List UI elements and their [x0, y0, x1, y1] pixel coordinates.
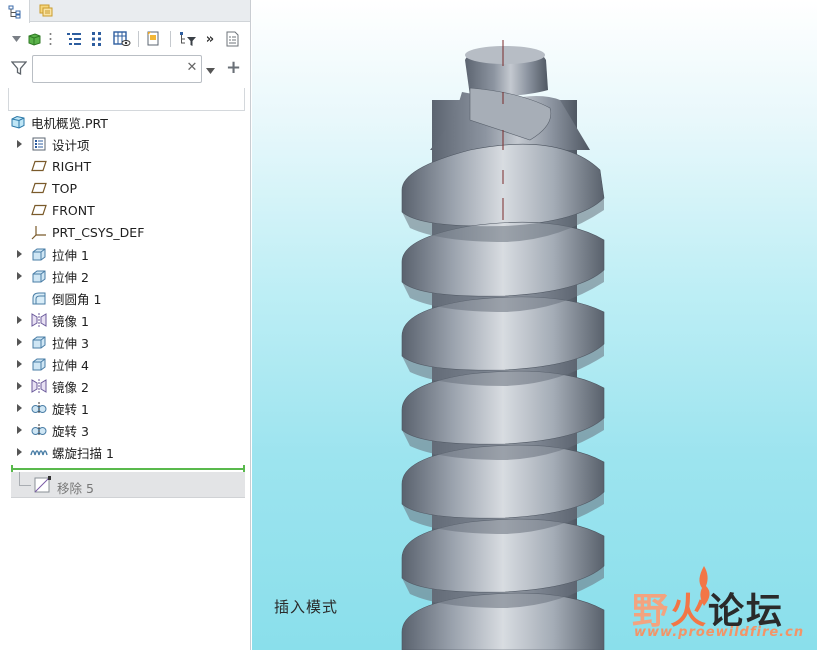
clear-search-icon[interactable]: ✕: [185, 61, 199, 75]
search-filter-row: ✕ +: [0, 54, 250, 84]
expand-arrow-icon[interactable]: [15, 375, 23, 397]
expand-arrow-icon[interactable]: [15, 331, 23, 353]
tree-item-suppressed-remove-5[interactable]: 移除 5: [11, 472, 245, 498]
table-view-icon: [113, 31, 131, 46]
tree-toolbar: »: [0, 25, 250, 53]
tree-columns-button[interactable]: [111, 29, 133, 49]
tree-list-icon: [67, 33, 81, 45]
tree-item-label: 移除 5: [57, 481, 94, 496]
add-filter-icon[interactable]: +: [226, 57, 241, 78]
tree-item-mirror-1[interactable]: 镜像 1: [0, 309, 250, 331]
tree-item-label: 拉伸 4: [52, 357, 89, 373]
extrude-icon: [30, 243, 48, 265]
folder-browser-icon: [39, 4, 53, 17]
tree-item-top-plane[interactable]: TOP: [0, 177, 250, 199]
tree-item-right-plane[interactable]: RIGHT: [0, 155, 250, 177]
mirror-icon: [30, 309, 48, 331]
tree-item-design-items[interactable]: 设计项: [0, 133, 250, 155]
tree-root-label: 电机概览.PRT: [31, 115, 108, 131]
show-features-button[interactable]: [24, 29, 44, 49]
tree-item-csys[interactable]: PRT_CSYS_DEF: [0, 221, 250, 243]
tree-item-label: 螺旋扫描 1: [52, 445, 114, 461]
tree-item-mirror-2[interactable]: 镜像 2: [0, 375, 250, 397]
tree-item-extrude-1[interactable]: 拉伸 1: [0, 243, 250, 265]
expand-arrow-icon[interactable]: [15, 397, 23, 419]
expand-arrow-icon[interactable]: [15, 265, 23, 287]
tree-item-extrude-3[interactable]: 拉伸 3: [0, 331, 250, 353]
funnel-icon[interactable]: [10, 60, 28, 79]
tab-folder-browser[interactable]: [32, 0, 62, 22]
tree-item-label: 旋转 3: [52, 423, 89, 439]
revolve-icon: [30, 397, 48, 419]
model-tree-panel: » ✕ + 电机概览.PRT 设计项 RIGHT TOP FRONT PRT_C…: [0, 0, 251, 650]
insert-mode-label: 插入模式: [274, 598, 339, 616]
tree-item-label: FRONT: [52, 202, 95, 218]
design-items-icon: [30, 133, 48, 155]
forum-watermark: 野火论坛 www.proewildfire.cn: [628, 566, 817, 646]
extrude-icon: [30, 265, 48, 287]
tree-item-round-1[interactable]: 倒圆角 1: [0, 287, 250, 309]
tree-item-extrude-4[interactable]: 拉伸 4: [0, 353, 250, 375]
tree-item-helical-sweep-1[interactable]: 螺旋扫描 1: [0, 441, 250, 463]
tree-item-label: 旋转 1: [52, 401, 89, 417]
collapse-all-button[interactable]: [87, 29, 107, 49]
tree-item-revolve-3[interactable]: 旋转 3: [0, 419, 250, 441]
search-dropdown-arrow-icon[interactable]: [206, 63, 215, 77]
tree-item-label: 拉伸 2: [52, 269, 89, 285]
search-input[interactable]: [32, 55, 202, 83]
tab-model-tree[interactable]: [0, 0, 30, 23]
tree-item-label: 倒圆角 1: [52, 291, 102, 307]
csys-icon: [30, 221, 48, 243]
tree-options-button[interactable]: [223, 29, 243, 49]
model-tree-icon: [8, 5, 20, 18]
round-icon: [30, 287, 48, 309]
tree-root-part[interactable]: 电机概览.PRT: [0, 111, 250, 133]
tree-item-label: 镜像 1: [52, 313, 89, 329]
tree-item-front-plane[interactable]: FRONT: [0, 199, 250, 221]
extrude-icon: [30, 331, 48, 353]
expand-arrow-icon[interactable]: [15, 353, 23, 375]
revolve-icon: [30, 419, 48, 441]
mirror-icon: [30, 375, 48, 397]
highlight-button[interactable]: [143, 29, 163, 49]
panel-tabs: [0, 0, 250, 23]
datum-plane-icon: [30, 155, 48, 177]
expand-arrow-icon[interactable]: [15, 419, 23, 441]
tree-item-label: 设计项: [52, 137, 90, 153]
expand-arrow-icon[interactable]: [15, 243, 23, 265]
extrude-icon: [30, 353, 48, 375]
tree-item-label: PRT_CSYS_DEF: [52, 224, 145, 240]
tree-item-revolve-1[interactable]: 旋转 1: [0, 397, 250, 419]
expand-arrow-icon[interactable]: [15, 441, 23, 463]
watermark-url: www.proewildfire.cn: [634, 625, 805, 640]
remove-icon: [33, 476, 51, 497]
screw-model[interactable]: [252, 0, 817, 650]
toolbar-grip-icon: [47, 29, 53, 49]
helical-sweep-icon: [30, 441, 48, 463]
expand-arrow-icon[interactable]: [15, 133, 23, 155]
tree-item-label: 镜像 2: [52, 379, 89, 395]
tree-item-label: 拉伸 1: [52, 247, 89, 263]
tree-item-label: 拉伸 3: [52, 335, 89, 351]
tree-header-area: [8, 88, 245, 111]
tree-item-label: RIGHT: [52, 158, 92, 174]
graphics-window[interactable]: 插入模式 野火论坛 www.proewildfire.cn: [252, 0, 817, 650]
tree-item-label: TOP: [52, 180, 78, 196]
green-cube-icon: [28, 33, 41, 46]
datum-plane-icon: [30, 177, 48, 199]
note-icon: [147, 31, 159, 46]
more-chevron-icon[interactable]: »: [202, 29, 218, 49]
datum-plane-icon: [30, 199, 48, 221]
tree-filter-button[interactable]: [177, 29, 199, 49]
settings-dropdown-arrow-icon[interactable]: [11, 29, 21, 49]
part-icon: [9, 111, 27, 133]
expand-arrow-icon[interactable]: [15, 309, 23, 331]
insert-here-marker[interactable]: [11, 465, 245, 473]
tree-item-extrude-2[interactable]: 拉伸 2: [0, 265, 250, 287]
options-sheet-icon: [226, 31, 239, 47]
tree-collapse-icon: [92, 32, 101, 46]
tree-filter-icon: [180, 32, 196, 46]
expand-all-button[interactable]: [64, 29, 84, 49]
